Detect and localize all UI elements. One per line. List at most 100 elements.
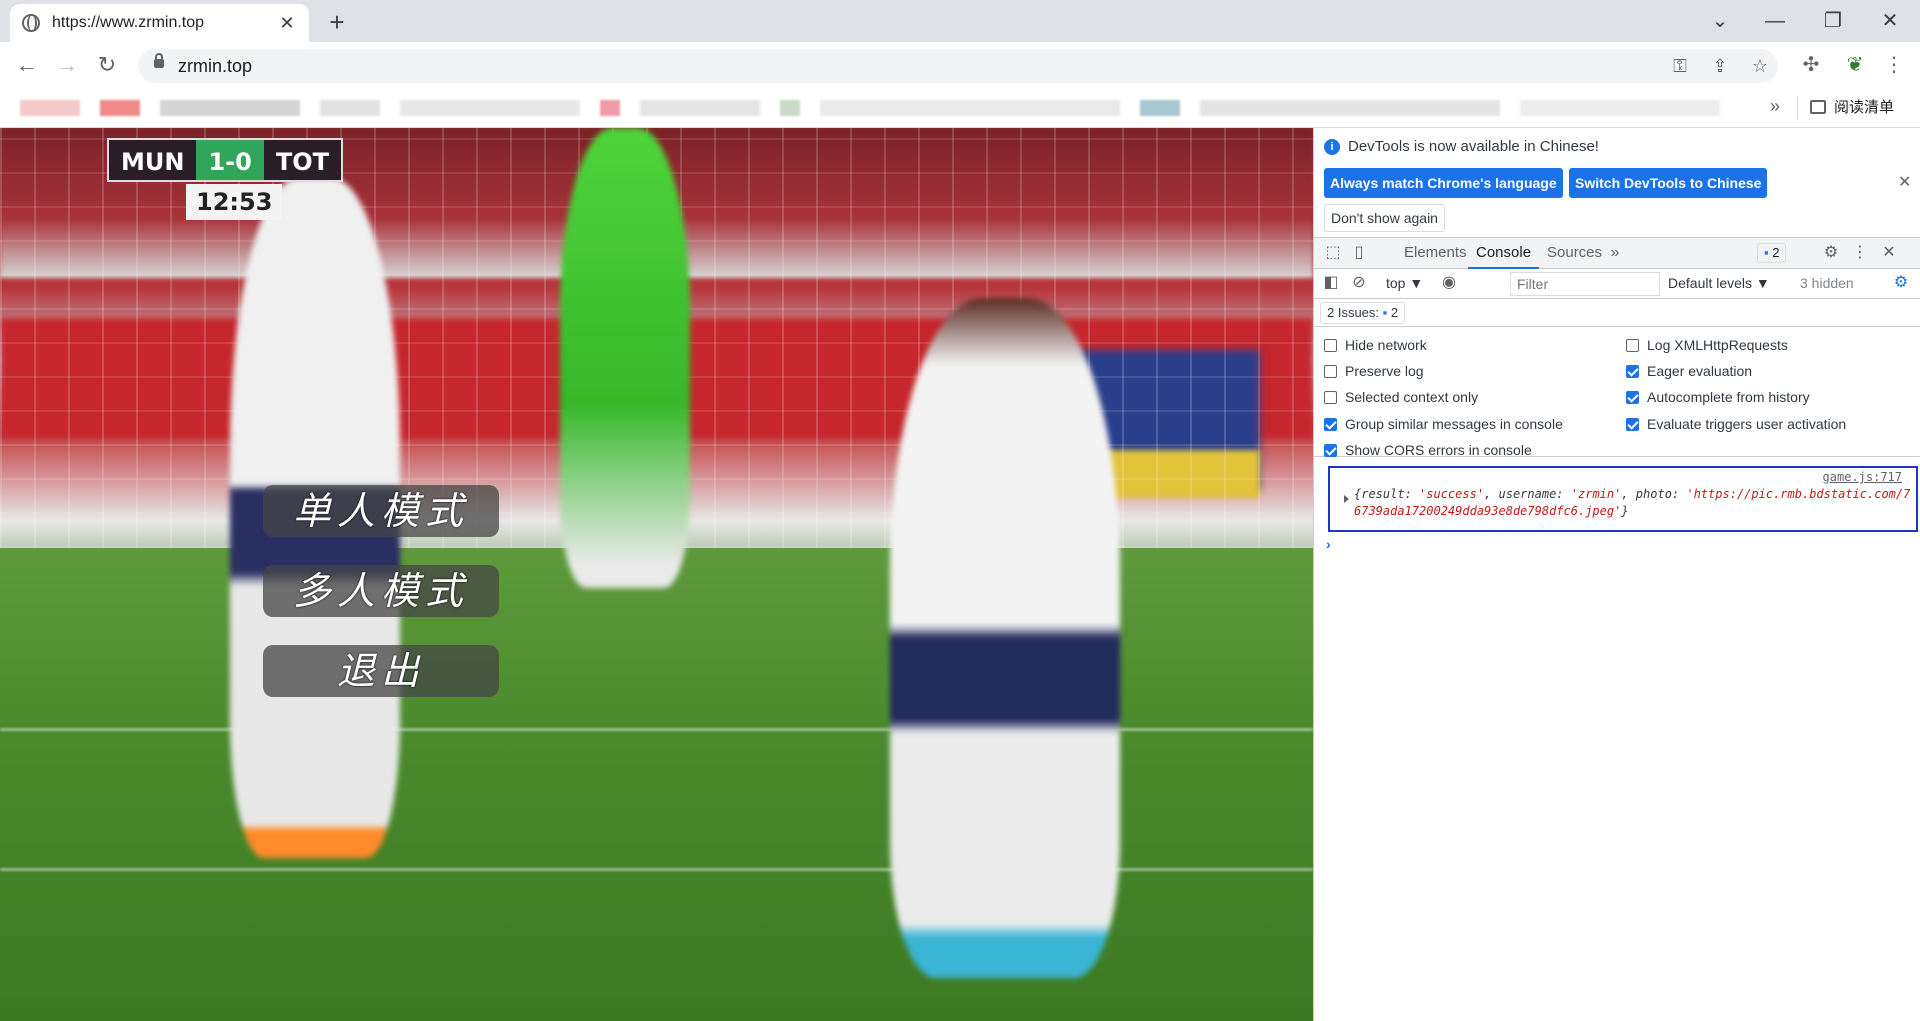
log-value: 'success'	[1419, 487, 1485, 501]
away-team: TOT	[275, 148, 329, 176]
extensions-puzzle-icon[interactable]: ✣	[1797, 51, 1825, 79]
log-key: , photo:	[1621, 487, 1687, 501]
game-canvas[interactable]: MUN 1-0 TOT 12:53 单人模式 多人模式 退出	[0, 128, 1313, 1021]
switch-language-button[interactable]: Switch DevTools to Chinese	[1569, 168, 1768, 198]
checkbox[interactable]	[1324, 443, 1337, 457]
console-settings: Hide network Preserve log Selected conte…	[1314, 327, 1920, 458]
goalkeeper-figure	[560, 128, 690, 588]
share-icon[interactable]: ⇪	[1708, 54, 1732, 78]
settings-gear-icon[interactable]: ⚙	[1820, 242, 1842, 264]
setting-preserve-log[interactable]: Preserve log	[1324, 363, 1424, 379]
close-window-button[interactable]: ✕	[1870, 6, 1910, 36]
bookmark-item[interactable]	[820, 100, 1120, 116]
bookmark-item[interactable]	[1520, 100, 1720, 116]
setting-autocomplete[interactable]: Autocomplete from history	[1626, 389, 1810, 405]
console-prompt[interactable]: ›	[1326, 536, 1331, 552]
bookmark-item[interactable]	[320, 100, 380, 116]
console-toolbar: ◧ ⊘ top ▼ ◉ Default levels ▼ 3 hidden ⚙	[1314, 269, 1920, 299]
expand-triangle-icon[interactable]	[1344, 495, 1349, 503]
tab-close-icon[interactable]: ✕	[277, 13, 297, 34]
issues-badge-count: 2	[1772, 245, 1780, 260]
live-expression-eye-icon[interactable]: ◉	[1438, 272, 1460, 294]
bookmark-item[interactable]	[100, 100, 140, 116]
url-text[interactable]: zrmin.top	[178, 56, 252, 77]
setting-selected-context[interactable]: Selected context only	[1324, 389, 1478, 405]
setting-group-similar[interactable]: Group similar messages in console	[1324, 416, 1563, 432]
tab-sources[interactable]: Sources	[1539, 238, 1610, 269]
sidebar-toggle-icon[interactable]: ◧	[1320, 272, 1342, 294]
minimize-button[interactable]: —	[1755, 6, 1795, 36]
setting-cors-errors[interactable]: Show CORS errors in console	[1324, 442, 1532, 458]
player-figure	[890, 298, 1120, 978]
inspect-element-icon[interactable]: ⬚	[1322, 242, 1344, 264]
bookmark-item[interactable]	[1200, 100, 1500, 116]
multiplayer-button[interactable]: 多人模式	[263, 565, 499, 617]
console-settings-gear-icon[interactable]: ⚙	[1890, 272, 1912, 294]
checkbox[interactable]	[1626, 338, 1639, 352]
close-notice-icon[interactable]: ✕	[1898, 172, 1911, 192]
close-devtools-icon[interactable]: ✕	[1878, 242, 1900, 264]
bookmark-item[interactable]	[640, 100, 760, 116]
bookmark-item[interactable]	[400, 100, 580, 116]
more-tabs-button[interactable]: »	[1604, 242, 1626, 264]
divider	[1797, 96, 1798, 120]
setting-user-activation[interactable]: Evaluate triggers user activation	[1626, 416, 1846, 432]
issues-count: 2	[1390, 305, 1399, 320]
log-levels-dropdown[interactable]: Default levels ▼	[1668, 275, 1770, 291]
back-button[interactable]: ←	[10, 48, 44, 82]
checkbox[interactable]	[1324, 338, 1337, 352]
device-toolbar-icon[interactable]: ▯	[1348, 242, 1370, 264]
dont-show-again-button[interactable]: Don't show again	[1324, 204, 1445, 232]
bookmark-item[interactable]	[20, 100, 80, 116]
setting-label: Preserve log	[1345, 363, 1424, 379]
browser-tab[interactable]: https://www.zrmin.top ✕	[10, 4, 309, 42]
setting-log-xhr[interactable]: Log XMLHttpRequests	[1626, 337, 1788, 353]
console-log-entry[interactable]: game.js:717 {result: 'success', username…	[1328, 466, 1918, 532]
tab-strip: https://www.zrmin.top ✕ + ⌄ — ❐ ✕	[0, 0, 1920, 42]
issues-badge[interactable]: ▪ 2	[1757, 243, 1787, 263]
message-icon: ▪	[1764, 245, 1769, 260]
restore-button[interactable]: ❐	[1813, 6, 1853, 36]
tab-console[interactable]: Console	[1468, 238, 1540, 269]
setting-eager-eval[interactable]: Eager evaluation	[1626, 363, 1752, 379]
devtools-menu-icon[interactable]: ⋮	[1849, 242, 1871, 264]
bookmark-star-icon[interactable]: ☆	[1748, 54, 1772, 78]
setting-hide-network[interactable]: Hide network	[1324, 337, 1427, 353]
issues-button[interactable]: 2 Issues: ▪ 2	[1320, 302, 1406, 324]
single-player-button[interactable]: 单人模式	[263, 485, 499, 537]
bookmarks-overflow-button[interactable]: »	[1770, 96, 1780, 117]
address-bar[interactable]: zrmin.top ⚿ ⇪ ☆	[138, 49, 1778, 83]
checkbox[interactable]	[1324, 417, 1337, 431]
forward-button[interactable]: →	[50, 48, 84, 82]
globe-icon	[22, 14, 40, 32]
tab-title: https://www.zrmin.top	[52, 14, 205, 31]
lock-icon[interactable]	[154, 53, 164, 68]
clear-console-icon[interactable]: ⊘	[1348, 272, 1370, 294]
match-language-button[interactable]: Always match Chrome's language	[1324, 168, 1563, 198]
checkbox[interactable]	[1626, 364, 1639, 378]
checkbox[interactable]	[1324, 364, 1337, 378]
exit-button[interactable]: 退出	[263, 645, 499, 697]
context-selector[interactable]: top ▼	[1386, 275, 1423, 291]
match-clock: 12:53	[186, 184, 283, 220]
reload-button[interactable]: ↻	[90, 48, 124, 82]
checkbox[interactable]	[1626, 390, 1639, 404]
reading-list-button[interactable]: 阅读清单	[1810, 96, 1894, 117]
tab-search-chevron-icon[interactable]: ⌄	[1700, 6, 1740, 36]
checkbox[interactable]	[1324, 390, 1337, 404]
bookmark-item[interactable]	[160, 100, 300, 116]
checkbox[interactable]	[1626, 417, 1639, 431]
menu-kebab-icon[interactable]: ⋮	[1880, 51, 1908, 79]
bookmarks-bar: » 阅读清单	[0, 88, 1920, 128]
bookmark-item[interactable]	[600, 100, 620, 116]
setting-label: Group similar messages in console	[1345, 416, 1563, 432]
bookmark-item[interactable]	[780, 100, 800, 116]
source-link[interactable]: game.js:717	[1823, 470, 1902, 484]
setting-label: Evaluate triggers user activation	[1647, 416, 1847, 432]
bookmark-item[interactable]	[1140, 100, 1180, 116]
tab-elements[interactable]: Elements	[1396, 238, 1475, 269]
profile-avatar[interactable]: ❦	[1841, 51, 1869, 79]
key-icon[interactable]: ⚿	[1668, 54, 1692, 78]
new-tab-button[interactable]: +	[320, 6, 354, 40]
filter-input[interactable]	[1510, 272, 1660, 296]
